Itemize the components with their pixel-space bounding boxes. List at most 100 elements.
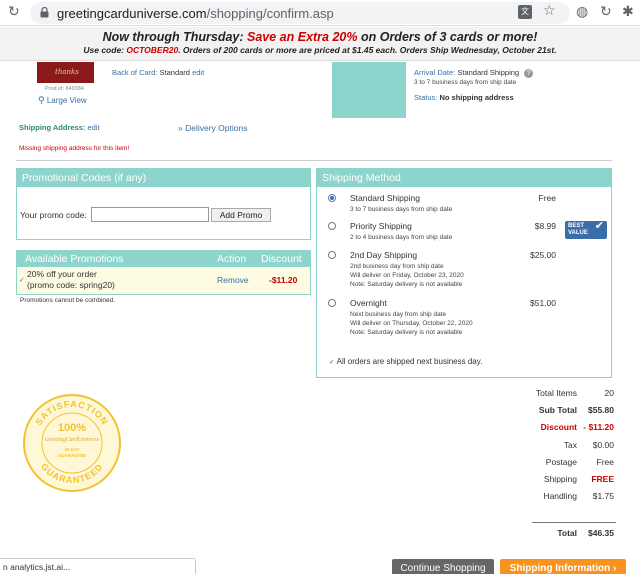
shipping-address-edit-link[interactable]: edit <box>87 123 99 132</box>
totals-label: Tax <box>563 440 577 450</box>
shipping-option-price: $51.00 <box>530 298 556 308</box>
totals-value: $55.80 <box>588 405 614 415</box>
shipping-option-detail: Next business day from ship date <box>350 311 447 318</box>
checkmark-icon: ✓ <box>19 276 25 284</box>
promotion-discount: -$11.20 <box>269 275 298 285</box>
totals-value: $0.00 <box>592 440 614 450</box>
shipping-row: Shipping FREE <box>520 474 616 486</box>
discount-row: Discount - $11.20 <box>520 422 616 434</box>
continue-shopping-button[interactable]: Continue Shopping <box>392 559 494 574</box>
subtotal-row: Sub Total $55.80 <box>520 405 616 417</box>
totals-value: Free <box>596 457 614 467</box>
totals-label: Sub Total <box>538 405 577 415</box>
totals-label: Discount <box>540 422 577 432</box>
large-view-link[interactable]: ⚲ Large View <box>38 95 87 106</box>
available-promotions-header: Available Promotions Action Discount <box>17 251 310 267</box>
shipping-information-button[interactable]: Shipping Information › <box>500 559 626 574</box>
divider <box>16 160 612 161</box>
banner-suffix: on Orders of 3 cards or more! <box>357 30 538 44</box>
card-thumbnail[interactable]: thanks <box>37 62 94 83</box>
grand-total-row: Total $46.35 <box>520 528 616 540</box>
card-thumbnail-text: thanks <box>55 68 79 76</box>
delivery-options-link[interactable]: » Delivery Options <box>178 123 247 133</box>
checkmark-icon: ✓ <box>329 358 335 366</box>
radio-priority[interactable] <box>328 222 336 230</box>
available-promotions-panel: Available Promotions Action Discount ✓ 2… <box>16 250 311 295</box>
shipping-note: ✓ All orders are shipped next business d… <box>329 357 482 366</box>
extension-sync-icon[interactable]: ↻ <box>600 4 612 20</box>
tax-row: Tax $0.00 <box>520 440 616 452</box>
satisfaction-guarantee-seal-icon: SATISFACTION 100% GreetingCardUniverse 3… <box>23 394 121 492</box>
banner-details: . Orders of 200 cards or more are priced… <box>178 45 557 55</box>
banner-subline: Use code: OCTOBER20. Orders of 200 cards… <box>0 45 640 55</box>
arrival-sub: 3 to 7 business days from ship date <box>414 79 517 86</box>
help-icon[interactable]: ? <box>524 69 534 78</box>
best-value-badge: BEST VALUE ✔ <box>565 219 607 239</box>
totals-label: Postage <box>545 457 577 467</box>
browser-status-bar: n analytics.jst.ai... <box>0 558 196 574</box>
promotion-description: 20% off your order (promo code: spring20… <box>27 269 115 291</box>
totals-value: - $11.20 <box>583 422 614 432</box>
bookmark-star-icon[interactable]: ☆ <box>543 3 556 19</box>
handling-row: Handling $1.75 <box>520 491 616 503</box>
promotion-code: (promo code: spring20) <box>27 280 115 290</box>
shipping-method-panel: Shipping Method Standard Shipping 3 to 7… <box>316 168 612 378</box>
url-host: greetingcarduniverse.com <box>57 6 207 21</box>
shipping-note-text: All orders are shipped next business day… <box>336 357 483 366</box>
add-promo-button[interactable]: Add Promo <box>211 208 271 222</box>
back-of-card-value: Standard <box>159 68 190 77</box>
back-of-card-edit-link[interactable]: edit <box>192 68 204 77</box>
shipping-option-note: Note: Saturday delivery is not available <box>350 329 463 336</box>
arrival-date: Arrival Date: Standard Shipping? <box>414 68 534 78</box>
arrival-value: Standard Shipping <box>457 68 520 77</box>
shipping-method-title: Shipping Method <box>317 169 611 187</box>
promotion-title: 20% off your order <box>27 269 97 279</box>
banner-highlight: Save an Extra 20% <box>247 30 358 44</box>
radio-overnight[interactable] <box>328 299 336 307</box>
status-label: Status: <box>414 93 440 102</box>
grand-total-label: Total <box>557 528 577 538</box>
item-status: Status: No shipping address <box>414 93 514 102</box>
address-bar[interactable]: greetingcarduniverse.com/shopping/confir… <box>30 2 570 24</box>
postage-row: Postage Free <box>520 457 616 469</box>
promo-code-label: Your promo code: <box>20 210 87 220</box>
reload-icon[interactable]: ↻ <box>8 4 20 20</box>
totals-label: Handling <box>543 491 577 501</box>
banner-code-label: Use code: <box>83 45 127 55</box>
totals-value: 20 <box>604 388 614 398</box>
magnifier-icon: ⚲ <box>38 95 45 105</box>
totals-value: FREE <box>591 474 614 484</box>
shipping-option-price: $25.00 <box>530 250 556 260</box>
extension-globe-icon[interactable]: ◍ <box>576 4 588 20</box>
shipping-option-detail: 3 to 7 business days from ship date <box>350 206 453 213</box>
shipping-address: Shipping Address: edit <box>19 123 100 132</box>
status-value: No shipping address <box>439 93 514 102</box>
checkmark-icon: ✔ <box>594 219 604 232</box>
extensions-puzzle-icon[interactable]: ✱ <box>622 4 634 20</box>
browser-toolbar: ↻ greetingcarduniverse.com/shopping/conf… <box>0 0 640 26</box>
url-text[interactable]: greetingcarduniverse.com/shopping/confir… <box>57 6 334 21</box>
promo-code-input[interactable] <box>91 207 209 222</box>
shipping-option-name: Priority Shipping <box>350 221 412 231</box>
translate-icon[interactable]: 文 <box>518 5 532 19</box>
promo-codes-panel: Promotional Codes (if any) Your promo co… <box>16 168 311 240</box>
grand-total-value: $46.35 <box>588 528 614 538</box>
remove-promotion-link[interactable]: Remove <box>217 275 249 285</box>
banner-prefix: Now through Thursday: <box>102 30 247 44</box>
back-of-card-label: Back of Card: <box>112 68 160 77</box>
lock-icon <box>40 7 49 18</box>
totals-value: $1.75 <box>592 491 614 501</box>
arrival-label: Arrival Date: <box>414 68 458 77</box>
shipping-option-price: $8.99 <box>534 221 556 231</box>
banner-headline: Now through Thursday: Save an Extra 20% … <box>0 30 640 44</box>
seal-guarantee: GUARANTEE <box>58 453 87 458</box>
radio-standard[interactable] <box>328 194 336 202</box>
shipping-option-name: Overnight <box>350 298 387 308</box>
totals-label: Shipping <box>543 474 577 484</box>
shipping-option-name: 2nd Day Shipping <box>350 250 418 260</box>
promo-banner: Now through Thursday: Save an Extra 20% … <box>0 27 640 61</box>
radio-2nd-day[interactable] <box>328 251 336 259</box>
shipping-address-label: Shipping Address: <box>19 123 88 132</box>
discount-column-header: Discount <box>261 253 302 265</box>
totals-divider <box>532 522 616 523</box>
